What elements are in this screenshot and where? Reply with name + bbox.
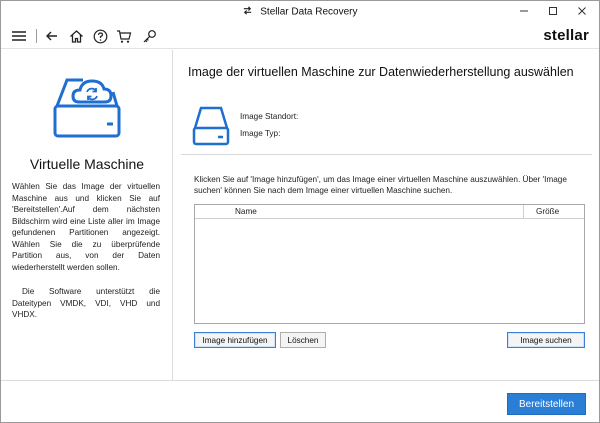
supported-formats-text: Die Software unterstützt die Dateitypen … (12, 287, 160, 319)
close-button[interactable] (568, 1, 596, 21)
key-icon[interactable] (140, 27, 158, 45)
virtual-drive-cloud-icon (49, 70, 125, 149)
footer-bar: Bereitstellen (1, 380, 599, 422)
add-image-button[interactable]: Image hinzufügen (194, 332, 276, 348)
instruction-text: Klicken Sie auf 'Image hinzufügen', um d… (194, 175, 567, 195)
column-header-size[interactable]: Größe (536, 207, 559, 216)
back-arrow-icon[interactable] (43, 27, 61, 45)
page-title: Image der virtuellen Maschine zur Datenw… (188, 65, 574, 79)
cart-icon[interactable] (115, 27, 133, 45)
delete-button[interactable]: Löschen (280, 332, 326, 348)
image-type-label: Image Typ: (240, 129, 281, 138)
minimize-button[interactable] (510, 1, 538, 21)
close-icon (578, 7, 586, 15)
image-list-table[interactable]: Name Größe (194, 204, 585, 324)
hamburger-menu-icon[interactable] (10, 27, 28, 45)
app-window: Stellar Data Recovery stellar Virtuelle … (0, 0, 600, 423)
stellar-logo: stellar (543, 27, 589, 44)
hard-drive-icon (192, 104, 230, 151)
maximize-icon (549, 7, 557, 15)
title-bar: Stellar Data Recovery (1, 1, 599, 23)
help-icon[interactable] (91, 27, 109, 45)
deploy-button[interactable]: Bereitstellen (507, 393, 586, 415)
divider (181, 154, 592, 155)
table-header: Name Größe (195, 205, 584, 219)
toolbar-separator (36, 29, 37, 43)
minimize-icon (520, 10, 528, 12)
recovery-arrows-icon (242, 5, 253, 19)
panel-title: Virtuelle Maschine (29, 156, 145, 172)
toolbar: stellar (1, 23, 599, 49)
left-info-panel: Virtuelle Maschine Wählen Sie das Image … (1, 50, 173, 380)
main-content: Image der virtuellen Maschine zur Datenw… (174, 50, 599, 380)
home-icon[interactable] (67, 27, 85, 45)
column-separator[interactable] (523, 205, 524, 219)
search-image-button[interactable]: Image suchen (507, 332, 585, 348)
image-location-label: Image Standort: (240, 112, 299, 121)
window-title: Stellar Data Recovery (260, 6, 358, 18)
column-header-name[interactable]: Name (235, 207, 257, 216)
maximize-button[interactable] (539, 1, 567, 21)
panel-description: Wählen Sie das Image der virtuellen Masc… (12, 182, 160, 272)
